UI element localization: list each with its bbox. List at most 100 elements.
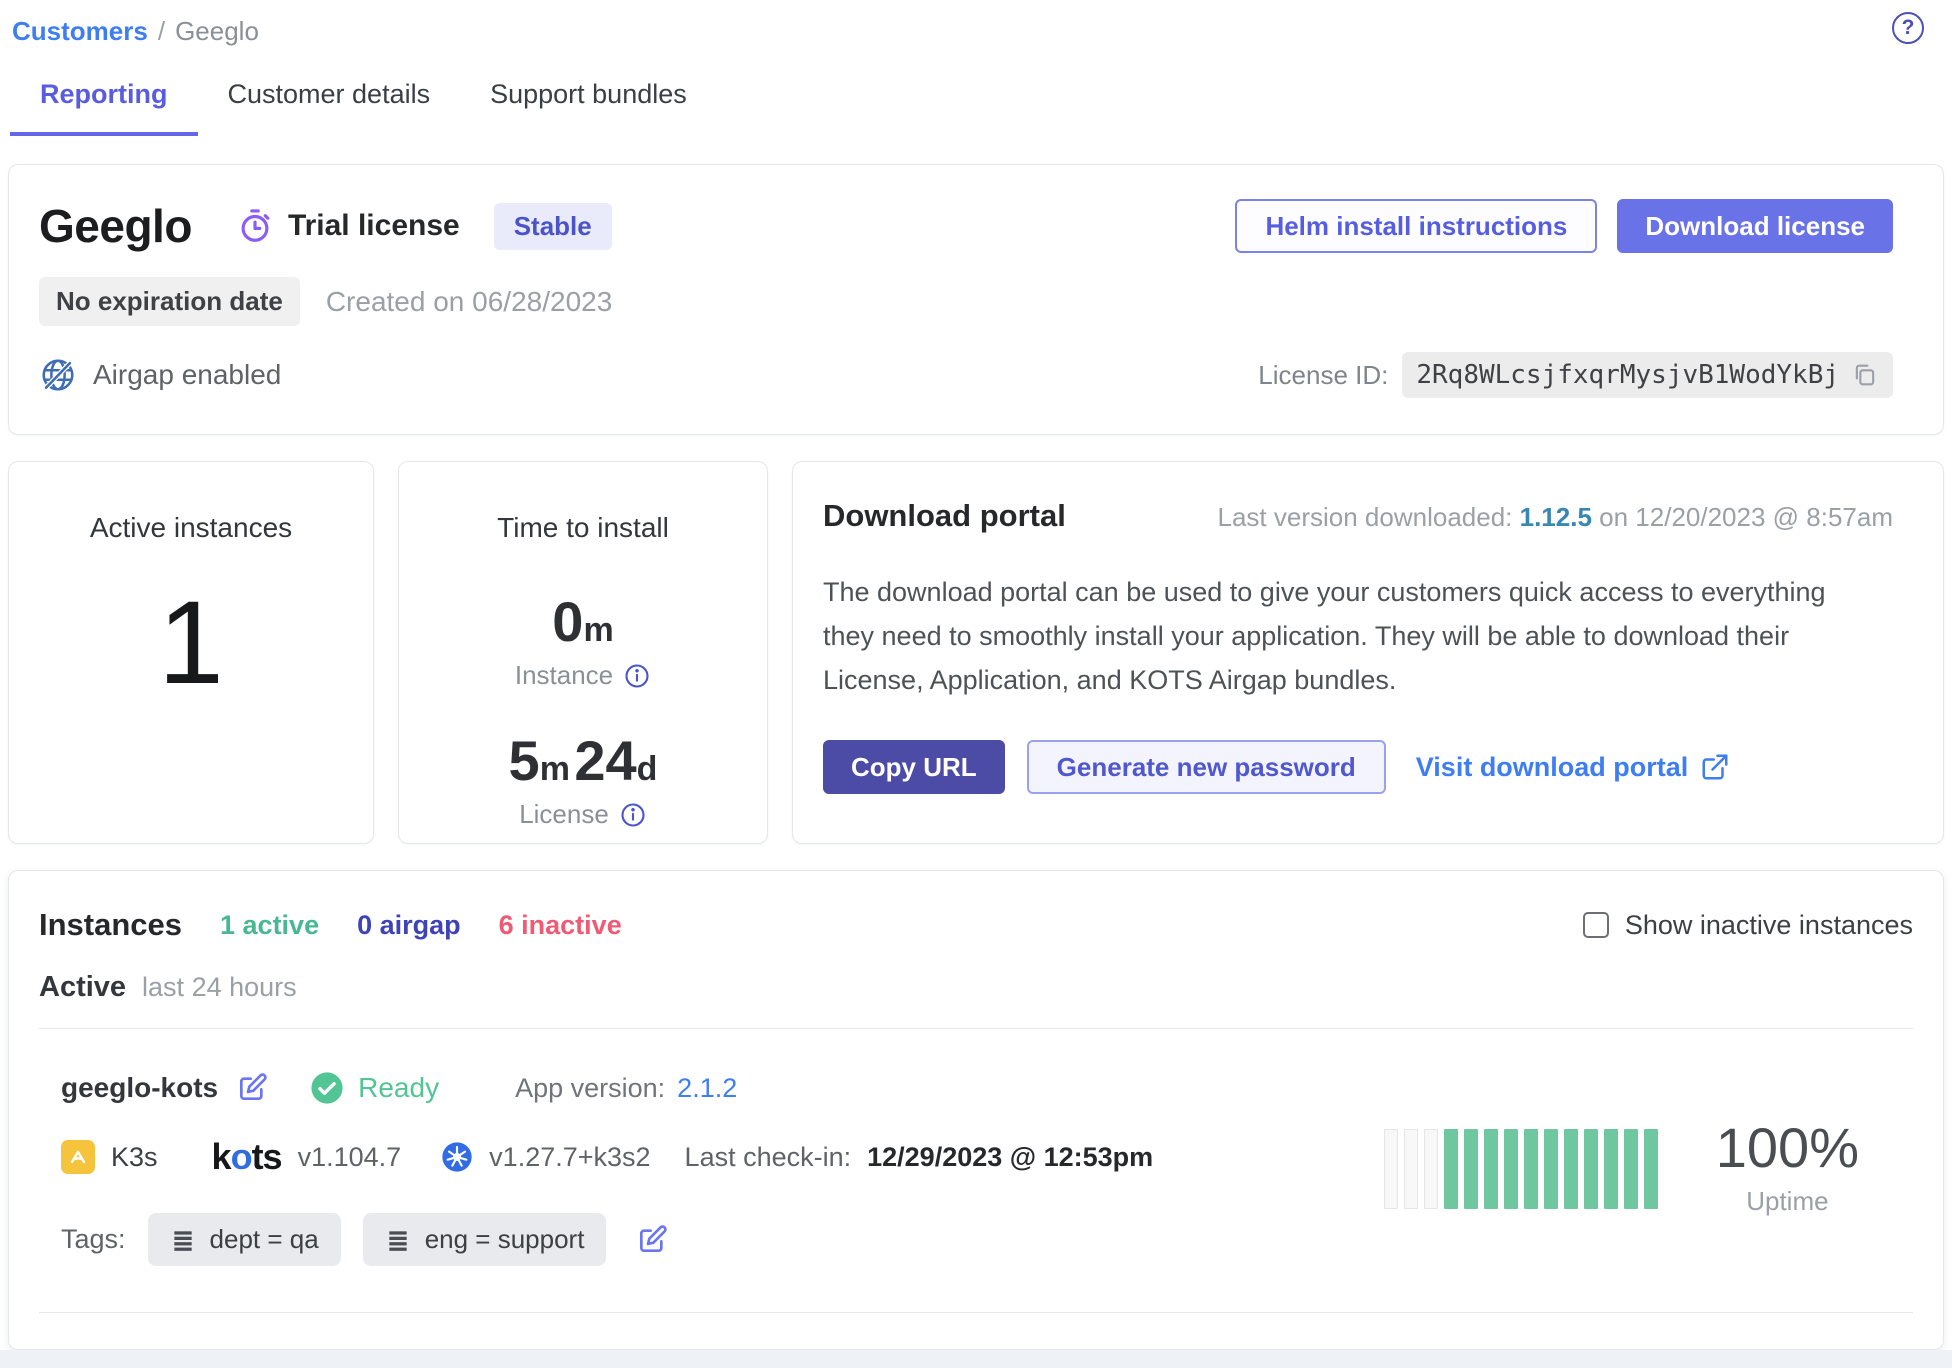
tab-bar: Reporting Customer details Support bundl… (0, 79, 1952, 136)
info-icon[interactable] (619, 801, 647, 829)
last-version-link[interactable]: 1.12.5 (1520, 502, 1592, 532)
download-license-button[interactable]: Download license (1617, 199, 1893, 253)
kots-logo-ts: ts (252, 1136, 282, 1177)
edit-tags-icon[interactable] (636, 1224, 668, 1256)
uptime-bar (1524, 1129, 1538, 1209)
active-instances-card: Active instances 1 (8, 461, 374, 844)
copy-icon[interactable] (1851, 361, 1879, 389)
customer-reporting-page: Customers / Geeglo ? Reporting Customer … (0, 0, 1952, 1368)
helm-install-instructions-button[interactable]: Helm install instructions (1235, 199, 1597, 253)
distribution-label: K3s (111, 1142, 158, 1173)
instance-row: geeglo-kots (39, 1029, 1913, 1312)
breadcrumb-customers-link[interactable]: Customers (12, 16, 148, 47)
instance-install-label: Instance (515, 660, 613, 691)
uptime-bar (1424, 1129, 1438, 1209)
external-link-icon (1700, 752, 1730, 782)
kots-logo-k: k (212, 1136, 231, 1177)
tab-reporting[interactable]: Reporting (10, 79, 198, 136)
last-version-downloaded: Last version downloaded: 1.12.5 on 12/20… (1218, 502, 1893, 533)
tag-label: eng = support (425, 1224, 585, 1255)
inactive-count[interactable]: 6 inactive (499, 910, 622, 941)
time-to-install-title: Time to install (399, 512, 767, 544)
download-portal-title: Download portal (823, 498, 1066, 534)
help-icon[interactable]: ? (1892, 12, 1924, 44)
instance-name: geeglo-kots (61, 1072, 218, 1104)
globe-slash-icon (39, 356, 77, 394)
tab-customer-details[interactable]: Customer details (198, 79, 461, 136)
tag-pill[interactable]: dept = qa (148, 1213, 341, 1266)
tag-lines-icon (170, 1227, 196, 1253)
uptime-bar (1484, 1129, 1498, 1209)
airgap-count[interactable]: 0 airgap (357, 910, 461, 941)
instances-card: Instances 1 active 0 airgap 6 inactive S… (8, 870, 1944, 1350)
license-install-label: License (519, 799, 609, 830)
uptime-bar (1564, 1129, 1578, 1209)
last-checkin-value: 12/29/2023 @ 12:53pm (867, 1142, 1153, 1173)
license-id-group: License ID: 2Rq8WLcsjfxqrMysjvB1WodYkBj (1258, 352, 1893, 398)
tab-support-bundles[interactable]: Support bundles (460, 79, 717, 136)
show-inactive-toggle: Show inactive instances (1583, 910, 1913, 941)
instance-install-label-row: Instance (399, 660, 767, 691)
edit-instance-name-icon[interactable] (236, 1072, 268, 1104)
license-id-text: 2Rq8WLcsjfxqrMysjvB1WodYkBj (1416, 360, 1839, 390)
kots-version: v1.104.7 (298, 1142, 402, 1173)
breadcrumb: Customers / Geeglo (0, 0, 1952, 47)
uptime-bar (1624, 1129, 1638, 1209)
instance-install-unit: m (583, 611, 613, 649)
visit-download-portal-link[interactable]: Visit download portal (1416, 752, 1731, 783)
breadcrumb-current: Geeglo (175, 16, 259, 47)
copy-url-button[interactable]: Copy URL (823, 740, 1005, 794)
tag-lines-icon (385, 1227, 411, 1253)
last-version-date: on 12/20/2023 @ 8:57am (1599, 502, 1893, 532)
active-count[interactable]: 1 active (220, 910, 319, 941)
tag-pill[interactable]: eng = support (363, 1213, 607, 1266)
uptime-bars (1384, 1129, 1658, 1209)
timer-icon (236, 207, 274, 245)
stats-row: Active instances 1 Time to install 0m In… (8, 461, 1944, 844)
kubernetes-version: v1.27.7+k3s2 (489, 1142, 650, 1173)
uptime-percentage: 100% (1716, 1120, 1859, 1176)
airgap-status: Airgap enabled (39, 356, 281, 394)
uptime-bar (1464, 1129, 1478, 1209)
instances-title: Instances (39, 907, 182, 943)
license-type: Trial license (236, 207, 460, 245)
tags-label: Tags: (61, 1224, 126, 1255)
license-install-value2: 24 (574, 729, 636, 792)
info-icon[interactable] (623, 662, 651, 690)
show-inactive-checkbox[interactable] (1583, 912, 1609, 938)
instance-install-time: 0m (399, 594, 767, 650)
kots-logo-o: o (231, 1136, 252, 1177)
uptime-bar (1604, 1129, 1618, 1209)
kots-logo: kots (212, 1139, 282, 1175)
active-instances-title: Active instances (9, 512, 373, 544)
breadcrumb-separator: / (158, 16, 165, 47)
active-section-label: Active (39, 971, 126, 1004)
license-install-time: 5m 24d (399, 733, 767, 789)
uptime-bar (1544, 1129, 1558, 1209)
license-id-value: 2Rq8WLcsjfxqrMysjvB1WodYkBj (1402, 352, 1893, 398)
customer-name: Geeglo (39, 199, 192, 253)
last-version-label: Last version downloaded: (1218, 502, 1513, 532)
download-portal-description: The download portal can be used to give … (823, 570, 1883, 702)
license-install-label-row: License (399, 799, 767, 830)
app-version-link[interactable]: 2.1.2 (677, 1073, 737, 1104)
license-summary-card: Geeglo Trial license Stable Helm install… (8, 164, 1944, 435)
k3s-icon (61, 1140, 95, 1174)
uptime-bar (1644, 1129, 1658, 1209)
tag-label: dept = qa (210, 1224, 319, 1255)
uptime-stat: 100% Uptime (1716, 1120, 1859, 1217)
generate-new-password-button[interactable]: Generate new password (1027, 740, 1386, 794)
uptime-bar (1584, 1129, 1598, 1209)
uptime-bar (1444, 1129, 1458, 1209)
license-install-value1: 5 (509, 729, 540, 792)
uptime-label: Uptime (1716, 1186, 1859, 1217)
created-date: Created on 06/28/2023 (326, 286, 612, 318)
airgap-label: Airgap enabled (93, 359, 281, 391)
app-version-label: App version: (515, 1073, 665, 1104)
instance-status-label: Ready (358, 1072, 439, 1104)
license-type-label: Trial license (288, 209, 460, 243)
license-id-label: License ID: (1258, 360, 1388, 391)
show-inactive-label: Show inactive instances (1625, 910, 1913, 941)
uptime-bar (1504, 1129, 1518, 1209)
page-background-strip (0, 1350, 1952, 1368)
